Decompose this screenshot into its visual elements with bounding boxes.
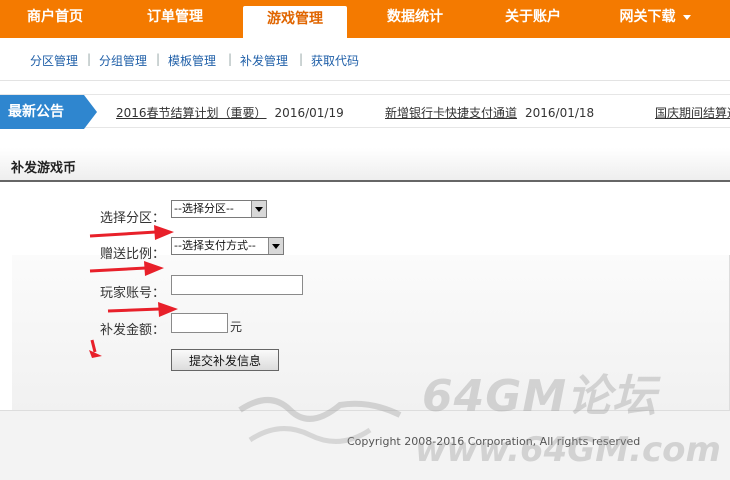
top-nav: 商户首页 订单管理 游戏管理 数据统计 关于账户 网关下载	[0, 0, 730, 38]
ratio-select-value: --选择支付方式--	[174, 239, 256, 252]
amount-unit: 元	[230, 320, 243, 334]
annotation-arrow-icon	[89, 261, 164, 276]
subnav-separator: |	[87, 52, 92, 66]
nav-data-statistics[interactable]: 数据统计	[360, 0, 470, 38]
dropdown-arrow-icon	[251, 201, 266, 217]
announcement-bar: 最新公告 2016春节结算计划（重要） 2016/01/19 新增银行卡快捷支付通…	[0, 94, 730, 129]
subnav-reissue-management[interactable]: 补发管理	[240, 52, 288, 69]
news-item: 国庆期间结算通	[655, 104, 730, 121]
subnav-separator: |	[299, 52, 304, 66]
nav-order-management[interactable]: 订单管理	[120, 0, 230, 38]
subnav-zone-management[interactable]: 分区管理	[30, 52, 78, 69]
annotation-arrow-icon	[89, 339, 102, 358]
amount-label: 补发金额：	[100, 323, 166, 338]
news-item: 2016春节结算计划（重要） 2016/01/19	[116, 104, 344, 121]
news-link[interactable]: 2016春节结算计划（重要）	[116, 106, 267, 120]
news-item: 新增银行卡快捷支付通道 2016/01/18	[385, 104, 594, 121]
watermark-url: www.64GM.com	[415, 430, 721, 470]
zone-select-value: --选择分区--	[174, 202, 234, 215]
subnav-separator: |	[156, 52, 161, 66]
ratio-select[interactable]: --选择支付方式--	[171, 237, 284, 255]
annotation-arrow-icon	[107, 302, 178, 317]
badge-arrow-shape	[84, 95, 97, 129]
nav-gateway-download-label: 网关下载	[619, 9, 676, 25]
nav-game-management[interactable]: 游戏管理	[243, 6, 347, 38]
sub-nav: 分区管理 | 分组管理 | 模板管理 | 补发管理 | 获取代码	[0, 38, 730, 81]
news-link[interactable]: 国庆期间结算通	[655, 106, 730, 120]
submit-reissue-button[interactable]: 提交补发信息	[171, 349, 279, 371]
watermark-site-name: 64GM论坛	[422, 371, 658, 422]
zone-select[interactable]: --选择分区--	[171, 200, 267, 218]
nav-merchant-home[interactable]: 商户首页	[0, 0, 110, 38]
subnav-get-code[interactable]: 获取代码	[311, 52, 359, 69]
player-account-input[interactable]	[171, 275, 303, 295]
dropdown-arrow-icon	[268, 238, 283, 254]
announcement-badge: 最新公告	[0, 95, 84, 129]
section-title: 补发游戏币	[11, 161, 77, 176]
subnav-group-management[interactable]: 分组管理	[99, 52, 147, 69]
subnav-separator: |	[228, 52, 233, 66]
chevron-down-icon	[682, 14, 691, 20]
subnav-template-management[interactable]: 模板管理	[168, 52, 216, 69]
section-header: 补发游戏币	[0, 148, 730, 182]
news-date: 2016/01/19	[274, 106, 344, 120]
nav-gateway-download[interactable]: 网关下载	[600, 0, 710, 38]
nav-about-account[interactable]: 关于账户	[478, 0, 588, 38]
news-link[interactable]: 新增银行卡快捷支付通道	[385, 106, 517, 120]
watermark-logo	[238, 397, 402, 444]
news-date: 2016/01/18	[525, 106, 595, 120]
account-label: 玩家账号：	[100, 286, 166, 301]
annotation-arrow-icon	[89, 225, 174, 240]
